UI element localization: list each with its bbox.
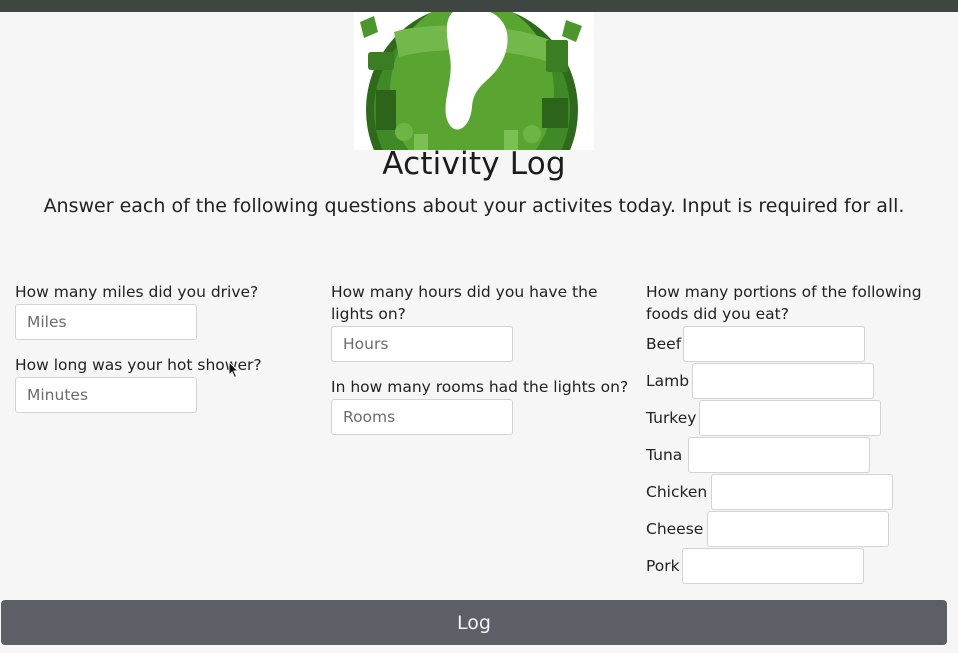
- lights-hours-input[interactable]: [331, 326, 513, 362]
- mouse-pointer-icon: [228, 361, 240, 379]
- rooms-input[interactable]: [331, 399, 513, 435]
- food-label-turkey: Turkey: [646, 409, 697, 427]
- chicken-input[interactable]: [711, 474, 893, 510]
- cheese-input[interactable]: [707, 511, 889, 547]
- beef-input[interactable]: [683, 326, 865, 362]
- shower-question-label: How long was your hot shower?: [15, 356, 262, 374]
- food-label-beef: Beef: [646, 335, 682, 353]
- lights-hours-question-label-line1: How many hours did you have the: [331, 283, 598, 301]
- food-label-tuna: Tuna: [646, 446, 683, 464]
- food-label-pork: Pork: [646, 557, 680, 575]
- top-bar: [0, 0, 958, 12]
- miles-question-label: How many miles did you drive?: [15, 283, 259, 301]
- miles-input[interactable]: [15, 304, 197, 340]
- log-button[interactable]: Log: [1, 600, 947, 645]
- food-label-cheese: Cheese: [646, 520, 704, 538]
- page-instructions: Answer each of the following questions a…: [43, 195, 905, 217]
- lamb-input[interactable]: [692, 363, 874, 399]
- earth-footprint-logo: [354, 12, 594, 150]
- shower-minutes-input[interactable]: [15, 377, 197, 413]
- turkey-input[interactable]: [699, 400, 881, 436]
- foods-question-label-line2: foods did you eat?: [646, 305, 789, 323]
- page-title: Activity Log: [382, 146, 566, 182]
- pork-input[interactable]: [682, 548, 864, 584]
- green-earth-footprint-icon: [360, 12, 582, 150]
- food-label-chicken: Chicken: [646, 483, 708, 501]
- tuna-input[interactable]: [688, 437, 870, 473]
- lights-hours-question-label-line2: lights on?: [331, 305, 406, 323]
- rooms-question-label: In how many rooms had the lights on?: [331, 378, 629, 396]
- foods-question-label-line1: How many portions of the following: [646, 283, 922, 301]
- food-label-lamb: Lamb: [646, 372, 690, 390]
